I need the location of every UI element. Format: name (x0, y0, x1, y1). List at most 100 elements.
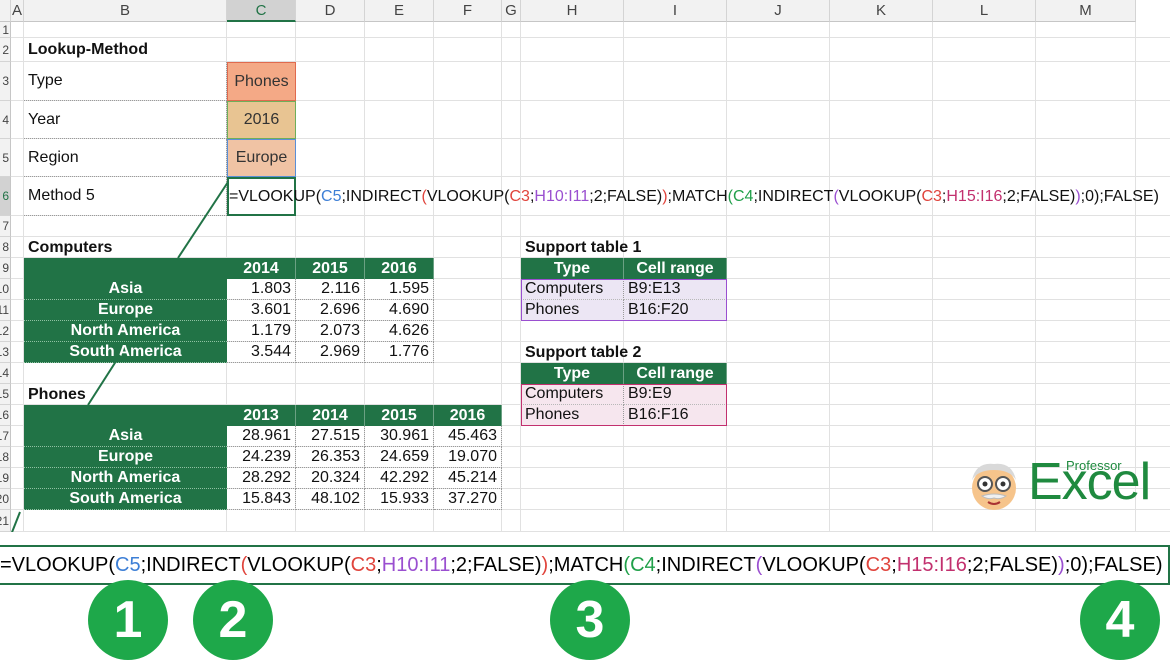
support1-cell[interactable]: Computers (521, 279, 624, 300)
column-header-k[interactable]: K (830, 0, 933, 22)
column-header-d[interactable]: D (296, 0, 365, 22)
computers-value-cell[interactable]: 4.690 (365, 300, 434, 321)
computers-region-cell[interactable]: South America (24, 342, 227, 363)
column-header-l[interactable]: L (933, 0, 1036, 22)
computers-value-cell[interactable]: 1.595 (365, 279, 434, 300)
computers-region-cell[interactable]: North America (24, 321, 227, 342)
row-header-15[interactable]: 15 (0, 384, 11, 405)
row-header-20[interactable]: 20 (0, 489, 11, 510)
phones-region-cell[interactable]: Asia (24, 426, 227, 447)
column-header-j[interactable]: J (727, 0, 830, 22)
phones-value-cell[interactable]: 30.961 (365, 426, 434, 447)
support2-header[interactable]: Type (521, 363, 624, 384)
phones-region-cell[interactable]: North America (24, 468, 227, 489)
computers-year-header[interactable]: 2014 (227, 258, 296, 279)
computers-value-cell[interactable]: 4.626 (365, 321, 434, 342)
phones-title[interactable]: Phones (24, 384, 227, 405)
support2-header[interactable]: Cell range (624, 363, 727, 384)
row-header-21[interactable]: 21 (0, 510, 11, 532)
lookup-method-title[interactable]: Lookup-Method (24, 38, 227, 62)
row-header-2[interactable]: 2 (0, 38, 11, 62)
support1-cell[interactable]: Phones (521, 300, 624, 321)
year-value-cell[interactable]: 2016 (227, 101, 296, 139)
column-header-h[interactable]: H (521, 0, 624, 22)
phones-value-cell[interactable]: 15.933 (365, 489, 434, 510)
support2-title[interactable]: Support table 2 (521, 342, 727, 363)
region-label[interactable]: Region (24, 139, 227, 177)
computers-region-cell[interactable]: Europe (24, 300, 227, 321)
type-label[interactable]: Type (24, 62, 227, 101)
support1-cell[interactable]: B9:E13 (624, 279, 727, 300)
phones-year-header[interactable]: 2013 (227, 405, 296, 426)
cell-formula-c6[interactable]: =VLOOKUP(C5 ;INDIRECT(VLOOKUP(C3; H10:I11;… (229, 177, 1170, 216)
column-header-b[interactable]: B (24, 0, 227, 22)
region-value-cell[interactable]: Europe (227, 139, 296, 177)
year-label[interactable]: Year (24, 101, 227, 139)
column-header-e[interactable]: E (365, 0, 434, 22)
computers-year-header[interactable]: 2015 (296, 258, 365, 279)
phones-year-header[interactable]: 2015 (365, 405, 434, 426)
row-header-13[interactable]: 13 (0, 342, 11, 363)
phones-value-cell[interactable]: 42.292 (365, 468, 434, 489)
computers-value-cell[interactable]: 3.601 (227, 300, 296, 321)
method-label[interactable]: Method 5 (24, 177, 227, 216)
phones-value-cell[interactable]: 37.270 (434, 489, 502, 510)
computers-value-cell[interactable]: 1.803 (227, 279, 296, 300)
type-value-cell[interactable]: Phones (227, 62, 296, 101)
phones-year-header[interactable]: 2014 (296, 405, 365, 426)
computers-region-cell[interactable]: Asia (24, 279, 227, 300)
computers-year-header[interactable]: 2016 (365, 258, 434, 279)
row-header-1[interactable]: 1 (0, 22, 11, 38)
phones-value-cell[interactable]: 24.659 (365, 447, 434, 468)
phones-value-cell[interactable]: 24.239 (227, 447, 296, 468)
row-header-12[interactable]: 12 (0, 321, 11, 342)
phones-value-cell[interactable]: 28.961 (227, 426, 296, 447)
column-header-f[interactable]: F (434, 0, 502, 22)
row-header-18[interactable]: 18 (0, 447, 11, 468)
column-header-a[interactable]: A (11, 0, 24, 22)
column-header-c[interactable]: C (227, 0, 296, 22)
support1-header[interactable]: Type (521, 258, 624, 279)
spreadsheet-grid[interactable]: ABCDEFGHIJKLM123456789101112131415161718… (0, 0, 1170, 532)
column-header-g[interactable]: G (502, 0, 521, 22)
computers-value-cell[interactable]: 3.544 (227, 342, 296, 363)
select-all-corner[interactable] (0, 0, 11, 22)
column-header-m[interactable]: M (1036, 0, 1136, 22)
phones-value-cell[interactable]: 27.515 (296, 426, 365, 447)
phones-value-cell[interactable]: 45.463 (434, 426, 502, 447)
row-header-17[interactable]: 17 (0, 426, 11, 447)
support2-cell[interactable]: Computers (521, 384, 624, 405)
support2-cell[interactable]: Phones (521, 405, 624, 426)
computers-value-cell[interactable]: 1.179 (227, 321, 296, 342)
row-header-8[interactable]: 8 (0, 237, 11, 258)
computers-value-cell[interactable]: 2.073 (296, 321, 365, 342)
phones-region-cell[interactable]: South America (24, 489, 227, 510)
phones-value-cell[interactable]: 20.324 (296, 468, 365, 489)
phones-value-cell[interactable]: 19.070 (434, 447, 502, 468)
row-header-19[interactable]: 19 (0, 468, 11, 489)
row-header-5[interactable]: 5 (0, 139, 11, 177)
support2-cell[interactable]: B16:F16 (624, 405, 727, 426)
phones-value-cell[interactable]: 48.102 (296, 489, 365, 510)
column-header-i[interactable]: I (624, 0, 727, 22)
phones-year-header[interactable]: 2016 (434, 405, 502, 426)
row-header-9[interactable]: 9 (0, 258, 11, 279)
row-header-6[interactable]: 6 (0, 177, 11, 216)
phones-value-cell[interactable]: 26.353 (296, 447, 365, 468)
computers-value-cell[interactable]: 1.776 (365, 342, 434, 363)
row-header-10[interactable]: 10 (0, 279, 11, 300)
row-header-14[interactable]: 14 (0, 363, 11, 384)
phones-value-cell[interactable]: 28.292 (227, 468, 296, 489)
row-header-7[interactable]: 7 (0, 216, 11, 237)
computers-title[interactable]: Computers (24, 237, 227, 258)
support2-cell[interactable]: B9:E9 (624, 384, 727, 405)
support1-title[interactable]: Support table 1 (521, 237, 727, 258)
computers-value-cell[interactable]: 2.696 (296, 300, 365, 321)
row-header-3[interactable]: 3 (0, 62, 11, 101)
row-header-16[interactable]: 16 (0, 405, 11, 426)
row-header-11[interactable]: 11 (0, 300, 11, 321)
support1-cell[interactable]: B16:F20 (624, 300, 727, 321)
phones-region-cell[interactable]: Europe (24, 447, 227, 468)
computers-value-cell[interactable]: 2.116 (296, 279, 365, 300)
support1-header[interactable]: Cell range (624, 258, 727, 279)
